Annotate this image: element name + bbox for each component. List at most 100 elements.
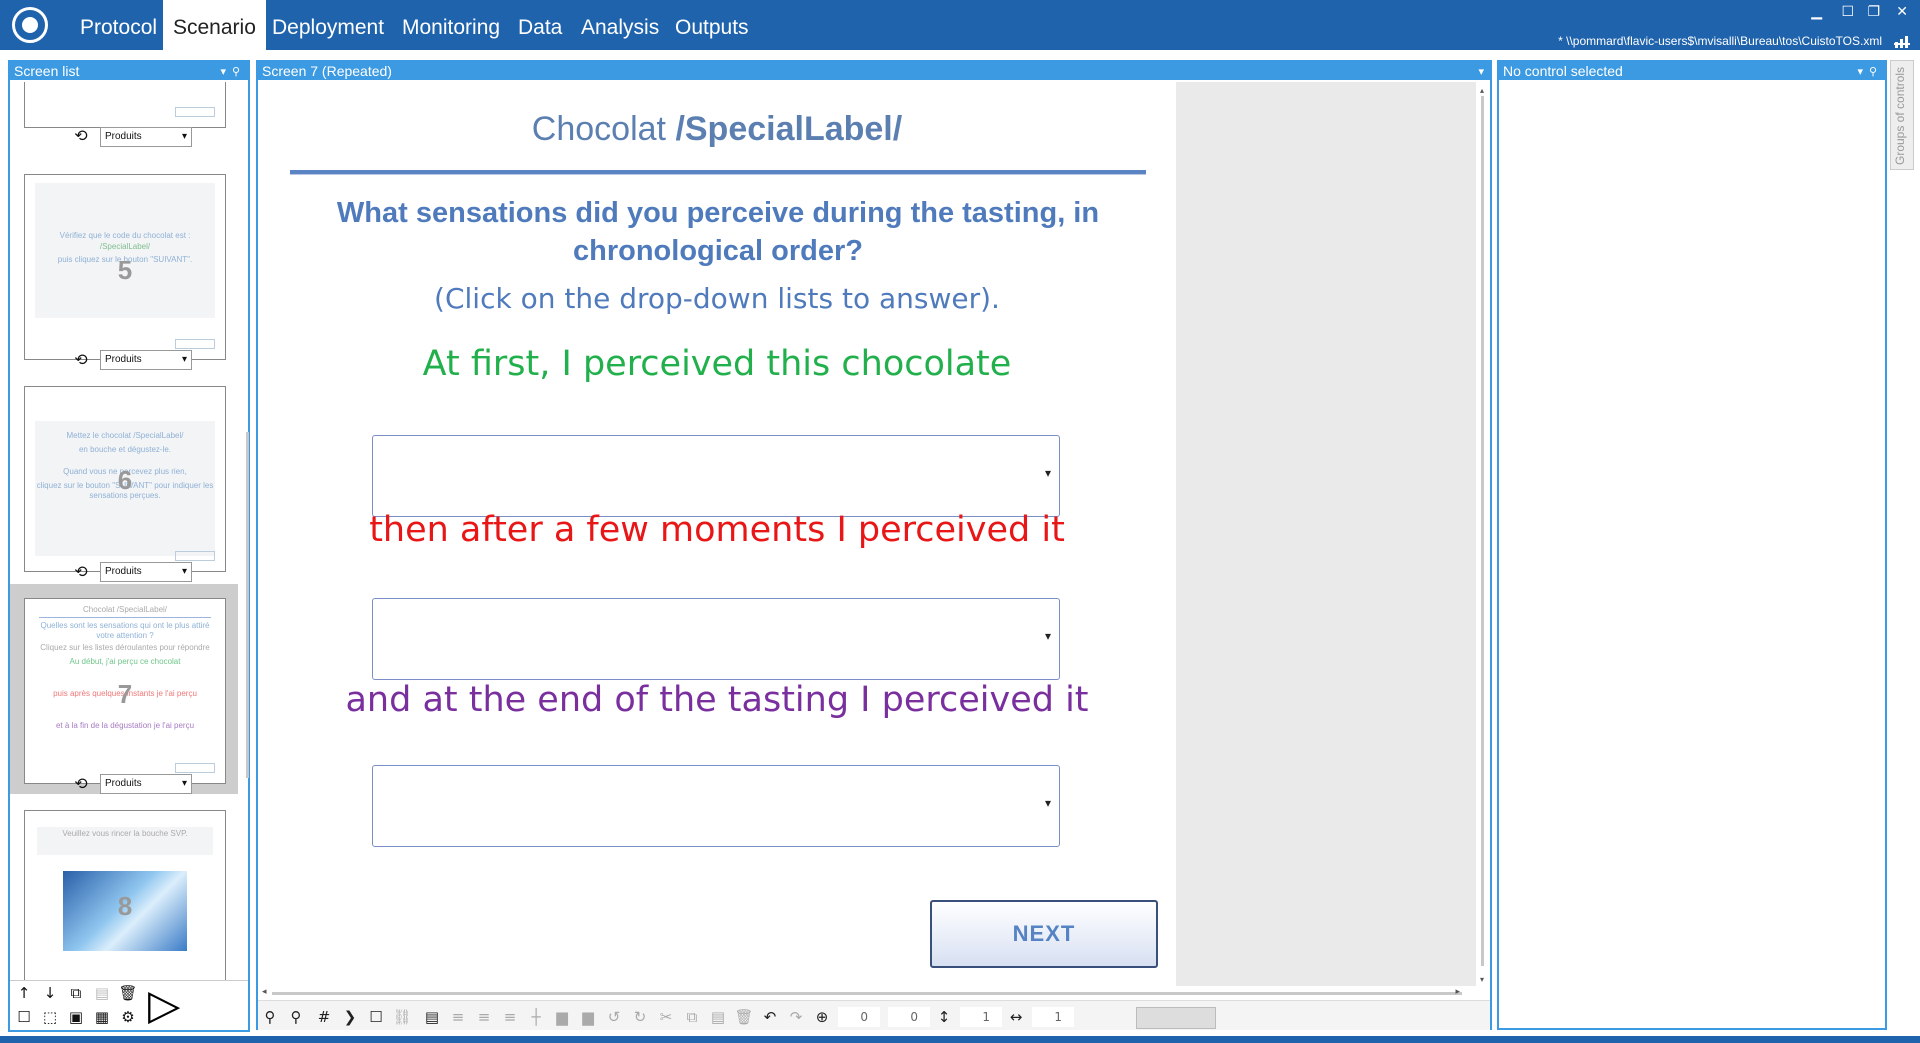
label-end[interactable]: and at the end of the tasting I perceive… <box>258 680 1176 720</box>
screen-thumbnail[interactable] <box>24 82 226 128</box>
paste-icon[interactable]: ▤ <box>92 983 112 1003</box>
undo-icon[interactable]: ↶ <box>760 1007 780 1027</box>
tab-monitoring[interactable]: Monitoring <box>392 0 510 50</box>
height-input[interactable]: 1 <box>960 1007 1002 1027</box>
product-select[interactable]: Produits <box>100 127 192 147</box>
rotate-right-icon[interactable]: ↻ <box>630 1007 650 1027</box>
screen-list-title: Screen list <box>14 63 80 79</box>
canvas-margin <box>1176 82 1476 986</box>
repeat-icon[interactable]: ⟲ <box>70 776 92 792</box>
copy-icon[interactable]: ⧉ <box>682 1007 702 1027</box>
screen-thumbnail[interactable]: Vérifiez que le code du chocolat est : /… <box>24 174 226 360</box>
screen-editor-panel: Screen 7 (Repeated) ▾ Chocolat /SpecialL… <box>256 60 1492 1030</box>
label-then[interactable]: then after a few moments I perceived it <box>258 510 1176 550</box>
status-bar <box>0 1036 1920 1043</box>
align-center-icon[interactable]: ≡ <box>474 1007 494 1027</box>
repeat-icon[interactable]: ⟲ <box>70 564 92 580</box>
chevron-right-icon[interactable]: ❯ <box>340 1007 360 1027</box>
new-screen-repeat-icon[interactable]: ⬚ <box>40 1007 60 1027</box>
close-icon[interactable]: ✕ <box>1896 4 1908 20</box>
dropdown-end[interactable] <box>372 765 1060 847</box>
bring-front-icon[interactable]: ▆ <box>552 1007 572 1027</box>
cut-icon[interactable]: ✂ <box>656 1007 676 1027</box>
screen-list-panel: Screen list ▾ ⚲ ⟲ Produits Vérifiez que … <box>8 60 250 1032</box>
product-select[interactable]: Produits <box>100 350 192 370</box>
rotate-left-icon[interactable]: ↺ <box>604 1007 624 1027</box>
layout-icon[interactable]: ▤ <box>422 1007 442 1027</box>
screen-number: 8 <box>117 891 133 921</box>
send-back-icon[interactable]: ▆ <box>578 1007 598 1027</box>
paste-icon[interactable]: ▤ <box>708 1007 728 1027</box>
position-icon[interactable]: ⊕ <box>812 1007 832 1027</box>
link-icon[interactable]: ⛓ <box>392 1007 412 1027</box>
hint-text[interactable]: (Click on the drop-down lists to answer)… <box>258 282 1176 315</box>
maximize-icon[interactable]: ☐ <box>1841 4 1854 20</box>
app-logo[interactable] <box>12 7 48 43</box>
next-button[interactable]: NEXT <box>930 900 1158 968</box>
product-select[interactable]: Produits <box>100 774 192 794</box>
thumbnail-list[interactable]: ⟲ Produits Vérifiez que le code du choco… <box>10 82 244 1034</box>
question-text[interactable]: What sensations did you perceive during … <box>278 194 1158 270</box>
label-first[interactable]: At first, I perceived this chocolate <box>258 344 1176 384</box>
screen-thumbnail[interactable]: Mettez le chocolat /SpecialLabel/ en bou… <box>24 386 226 572</box>
repeat-icon[interactable]: ⟲ <box>70 128 92 144</box>
chart-icon[interactable] <box>1894 33 1910 48</box>
title-prefix: Chocolat <box>531 110 676 148</box>
tab-scenario[interactable]: Scenario <box>163 0 266 50</box>
import-screen-icon[interactable]: ▣ <box>66 1007 86 1027</box>
pin-icon[interactable]: ⚲ <box>1869 63 1877 81</box>
title-divider[interactable] <box>290 170 1146 175</box>
screen-thumbnail-selected[interactable]: Chocolat /SpecialLabel/ Quelles sont les… <box>24 598 226 784</box>
tab-protocol[interactable]: Protocol <box>70 0 167 50</box>
zoom-in-icon[interactable]: ⚲ <box>260 1007 280 1027</box>
editor-header: Screen 7 (Repeated) ▾ <box>258 62 1490 80</box>
pin-icon[interactable]: ⚲ <box>232 63 240 81</box>
dropdown-icon[interactable]: ▾ <box>1857 63 1863 81</box>
thumbnail-scrollbar[interactable] <box>246 432 249 778</box>
grid-icon[interactable]: # <box>314 1007 334 1027</box>
move-up-icon[interactable]: ↑ <box>14 983 34 1003</box>
x-position-input[interactable]: 0 <box>838 1007 880 1027</box>
width-icon[interactable]: ↔ <box>1006 1007 1026 1027</box>
tab-outputs[interactable]: Outputs <box>665 0 759 50</box>
delete-icon[interactable]: 🗑 <box>118 983 138 1003</box>
color-swatch[interactable] <box>1136 1007 1216 1029</box>
title-label: /SpecialLabel/ <box>675 110 903 148</box>
width-input[interactable]: 1 <box>1032 1007 1074 1027</box>
redo-icon[interactable]: ↷ <box>786 1007 806 1027</box>
horizontal-scrollbar[interactable]: ◂ ▸ <box>258 986 1476 1000</box>
dropdown-icon[interactable]: ▾ <box>1478 63 1484 81</box>
screen-list-toolbar: ↑ ↓ ⧉ ▤ 🗑 ☐ ⬚ ▣ ▦ ⚙ ▷ <box>10 980 248 1030</box>
select-rectangle-icon[interactable]: ☐ <box>366 1007 386 1027</box>
thumb-text: Au début, j'ai perçu ce chocolat <box>69 657 181 666</box>
tab-analysis[interactable]: Analysis <box>571 0 669 50</box>
tab-deployment[interactable]: Deployment <box>262 0 394 50</box>
screen-number: 6 <box>117 465 133 495</box>
settings-icon[interactable]: ⚙ <box>118 1007 138 1027</box>
vertical-scrollbar[interactable]: ▴ ▾ <box>1476 82 1490 986</box>
copy-icon[interactable]: ⧉ <box>66 983 86 1003</box>
minimize-icon[interactable]: ▁ <box>1811 4 1822 20</box>
repeat-icon[interactable]: ⟲ <box>70 352 92 368</box>
dropdown-icon[interactable]: ▾ <box>220 63 226 81</box>
play-icon[interactable]: ▷ <box>148 984 180 1026</box>
y-position-input[interactable]: 0 <box>888 1007 930 1027</box>
zoom-out-icon[interactable]: ⚲ <box>286 1007 306 1027</box>
align-left-icon[interactable]: ≡ <box>448 1007 468 1027</box>
distribute-icon[interactable]: ┼ <box>526 1007 546 1027</box>
groups-of-controls-tab[interactable]: Groups of controls <box>1890 60 1914 170</box>
align-right-icon[interactable]: ≡ <box>500 1007 520 1027</box>
properties-icon[interactable]: ▦ <box>92 1007 112 1027</box>
new-screen-icon[interactable]: ☐ <box>14 1007 34 1027</box>
dropdown-then[interactable] <box>372 598 1060 680</box>
product-select[interactable]: Produits <box>100 562 192 582</box>
screen-canvas[interactable]: Chocolat /SpecialLabel/ What sensations … <box>258 82 1176 986</box>
dropdown-first[interactable] <box>372 435 1060 517</box>
screen-title[interactable]: Chocolat /SpecialLabel/ <box>258 110 1176 149</box>
move-down-icon[interactable]: ↓ <box>40 983 60 1003</box>
restore-icon[interactable]: ❐ <box>1867 4 1880 20</box>
tab-data[interactable]: Data <box>508 0 572 50</box>
delete-icon[interactable]: 🗑 <box>734 1007 754 1027</box>
screen-thumbnail[interactable]: Veuillez vous rincer la bouche SVP. 8 <box>24 810 226 996</box>
height-icon[interactable]: ↕ <box>934 1007 954 1027</box>
